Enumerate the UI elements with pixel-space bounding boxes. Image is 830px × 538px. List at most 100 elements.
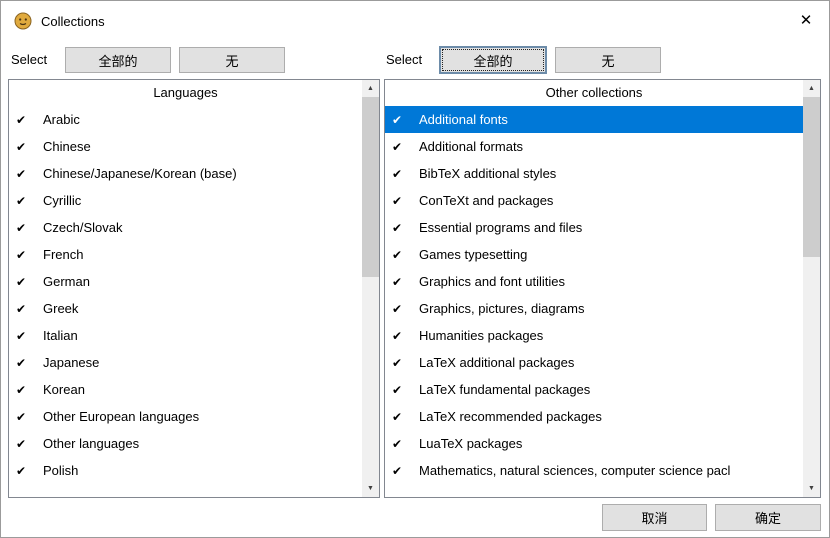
list-item-label: Mathematics, natural sciences, computer … xyxy=(419,463,730,478)
check-icon: ✔ xyxy=(392,194,419,208)
list-item-label: Humanities packages xyxy=(419,328,543,343)
right-select-none-button[interactable]: 无 xyxy=(555,47,661,73)
list-item[interactable]: ✔Essential programs and files xyxy=(385,214,803,241)
scroll-down-icon[interactable]: ▼ xyxy=(362,480,379,497)
list-item-label: Games typesetting xyxy=(419,247,527,262)
list-item[interactable]: ✔BibTeX additional styles xyxy=(385,160,803,187)
list-item-label: ConTeXt and packages xyxy=(419,193,553,208)
scroll-up-icon[interactable]: ▲ xyxy=(362,80,379,97)
list-item-label: Japanese xyxy=(43,355,99,370)
right-select-label: Select xyxy=(386,52,422,67)
check-icon: ✔ xyxy=(16,302,43,316)
list-item[interactable]: ✔LaTeX recommended packages xyxy=(385,403,803,430)
scroll-down-icon[interactable]: ▼ xyxy=(803,480,820,497)
list-item[interactable]: ✔ConTeXt and packages xyxy=(385,187,803,214)
check-icon: ✔ xyxy=(16,383,43,397)
list-item[interactable]: ✔Italian xyxy=(9,322,362,349)
list-item[interactable]: ✔Humanities packages xyxy=(385,322,803,349)
title-bar: Collections ✕ xyxy=(1,1,829,41)
check-icon: ✔ xyxy=(392,464,419,478)
list-item[interactable]: ✔Japanese xyxy=(9,349,362,376)
check-icon: ✔ xyxy=(16,248,43,262)
list-item-label: Graphics and font utilities xyxy=(419,274,565,289)
check-icon: ✔ xyxy=(392,248,419,262)
list-item-label: Cyrillic xyxy=(43,193,81,208)
list-item[interactable]: ✔LuaTeX packages xyxy=(385,430,803,457)
languages-list-header: Languages xyxy=(9,80,362,106)
check-icon: ✔ xyxy=(392,140,419,154)
check-icon: ✔ xyxy=(16,329,43,343)
languages-scrollbar[interactable]: ▲ ▼ xyxy=(362,80,379,497)
languages-listbox: Languages ✔Arabic✔Chinese✔Chinese/Japane… xyxy=(8,79,380,498)
list-item-label: Greek xyxy=(43,301,78,316)
list-item[interactable]: ✔Additional formats xyxy=(385,133,803,160)
check-icon: ✔ xyxy=(16,437,43,451)
list-item[interactable]: ✔Games typesetting xyxy=(385,241,803,268)
check-icon: ✔ xyxy=(16,221,43,235)
collections-list-header: Other collections xyxy=(385,80,803,106)
list-item[interactable]: ✔French xyxy=(9,241,362,268)
left-select-label: Select xyxy=(11,52,47,67)
list-item[interactable]: ✔Korean xyxy=(9,376,362,403)
list-item[interactable]: ✔Cyrillic xyxy=(9,187,362,214)
list-item[interactable]: ✔Czech/Slovak xyxy=(9,214,362,241)
cancel-button[interactable]: 取消 xyxy=(602,504,707,531)
list-item-label: German xyxy=(43,274,90,289)
list-item-label: LaTeX recommended packages xyxy=(419,409,602,424)
check-icon: ✔ xyxy=(16,167,43,181)
left-select-none-button[interactable]: 无 xyxy=(179,47,285,73)
scroll-up-icon[interactable]: ▲ xyxy=(803,80,820,97)
list-item-label: French xyxy=(43,247,83,262)
check-icon: ✔ xyxy=(392,410,419,424)
list-item[interactable]: ✔Additional fonts xyxy=(385,106,803,133)
list-item-label: Czech/Slovak xyxy=(43,220,122,235)
list-item[interactable]: ✔Chinese xyxy=(9,133,362,160)
list-item[interactable]: ✔Other languages xyxy=(9,430,362,457)
check-icon: ✔ xyxy=(392,356,419,370)
close-icon[interactable]: ✕ xyxy=(783,1,829,39)
left-select-all-button[interactable]: 全部的 xyxy=(65,47,171,73)
collections-listbox: Other collections ✔Additional fonts✔Addi… xyxy=(384,79,821,498)
list-item[interactable]: ✔Chinese/Japanese/Korean (base) xyxy=(9,160,362,187)
collections-list: ✔Additional fonts✔Additional formats✔Bib… xyxy=(385,106,803,497)
check-icon: ✔ xyxy=(392,167,419,181)
check-icon: ✔ xyxy=(392,329,419,343)
check-icon: ✔ xyxy=(392,302,419,316)
list-item[interactable]: ✔Graphics and font utilities xyxy=(385,268,803,295)
list-item-label: Italian xyxy=(43,328,78,343)
list-item-label: Arabic xyxy=(43,112,80,127)
check-icon: ✔ xyxy=(16,464,43,478)
list-item-label: LaTeX fundamental packages xyxy=(419,382,590,397)
list-item-label: Essential programs and files xyxy=(419,220,582,235)
check-icon: ✔ xyxy=(16,356,43,370)
list-item[interactable]: ✔German xyxy=(9,268,362,295)
right-select-all-button[interactable]: 全部的 xyxy=(439,46,547,74)
app-icon xyxy=(14,12,32,30)
check-icon: ✔ xyxy=(392,383,419,397)
list-item[interactable]: ✔Mathematics, natural sciences, computer… xyxy=(385,457,803,484)
languages-list: ✔Arabic✔Chinese✔Chinese/Japanese/Korean … xyxy=(9,106,362,497)
ok-button[interactable]: 确定 xyxy=(715,504,821,531)
list-item-label: Additional fonts xyxy=(419,112,508,127)
window-title: Collections xyxy=(41,14,105,29)
list-item-label: Chinese/Japanese/Korean (base) xyxy=(43,166,237,181)
list-item-label: Korean xyxy=(43,382,85,397)
list-item-label: BibTeX additional styles xyxy=(419,166,556,181)
list-item-label: Chinese xyxy=(43,139,91,154)
scrollbar-thumb[interactable] xyxy=(362,97,379,277)
check-icon: ✔ xyxy=(16,410,43,424)
collections-scrollbar[interactable]: ▲ ▼ xyxy=(803,80,820,497)
list-item[interactable]: ✔Greek xyxy=(9,295,362,322)
check-icon: ✔ xyxy=(392,437,419,451)
list-item-label: Other European languages xyxy=(43,409,199,424)
list-item[interactable]: ✔Arabic xyxy=(9,106,362,133)
list-item[interactable]: ✔Other European languages xyxy=(9,403,362,430)
list-item[interactable]: ✔Graphics, pictures, diagrams xyxy=(385,295,803,322)
list-item[interactable]: ✔LaTeX fundamental packages xyxy=(385,376,803,403)
list-item-label: Graphics, pictures, diagrams xyxy=(419,301,584,316)
list-item[interactable]: ✔Polish xyxy=(9,457,362,484)
check-icon: ✔ xyxy=(16,140,43,154)
list-item[interactable]: ✔LaTeX additional packages xyxy=(385,349,803,376)
check-icon: ✔ xyxy=(16,275,43,289)
scrollbar-thumb[interactable] xyxy=(803,97,820,257)
